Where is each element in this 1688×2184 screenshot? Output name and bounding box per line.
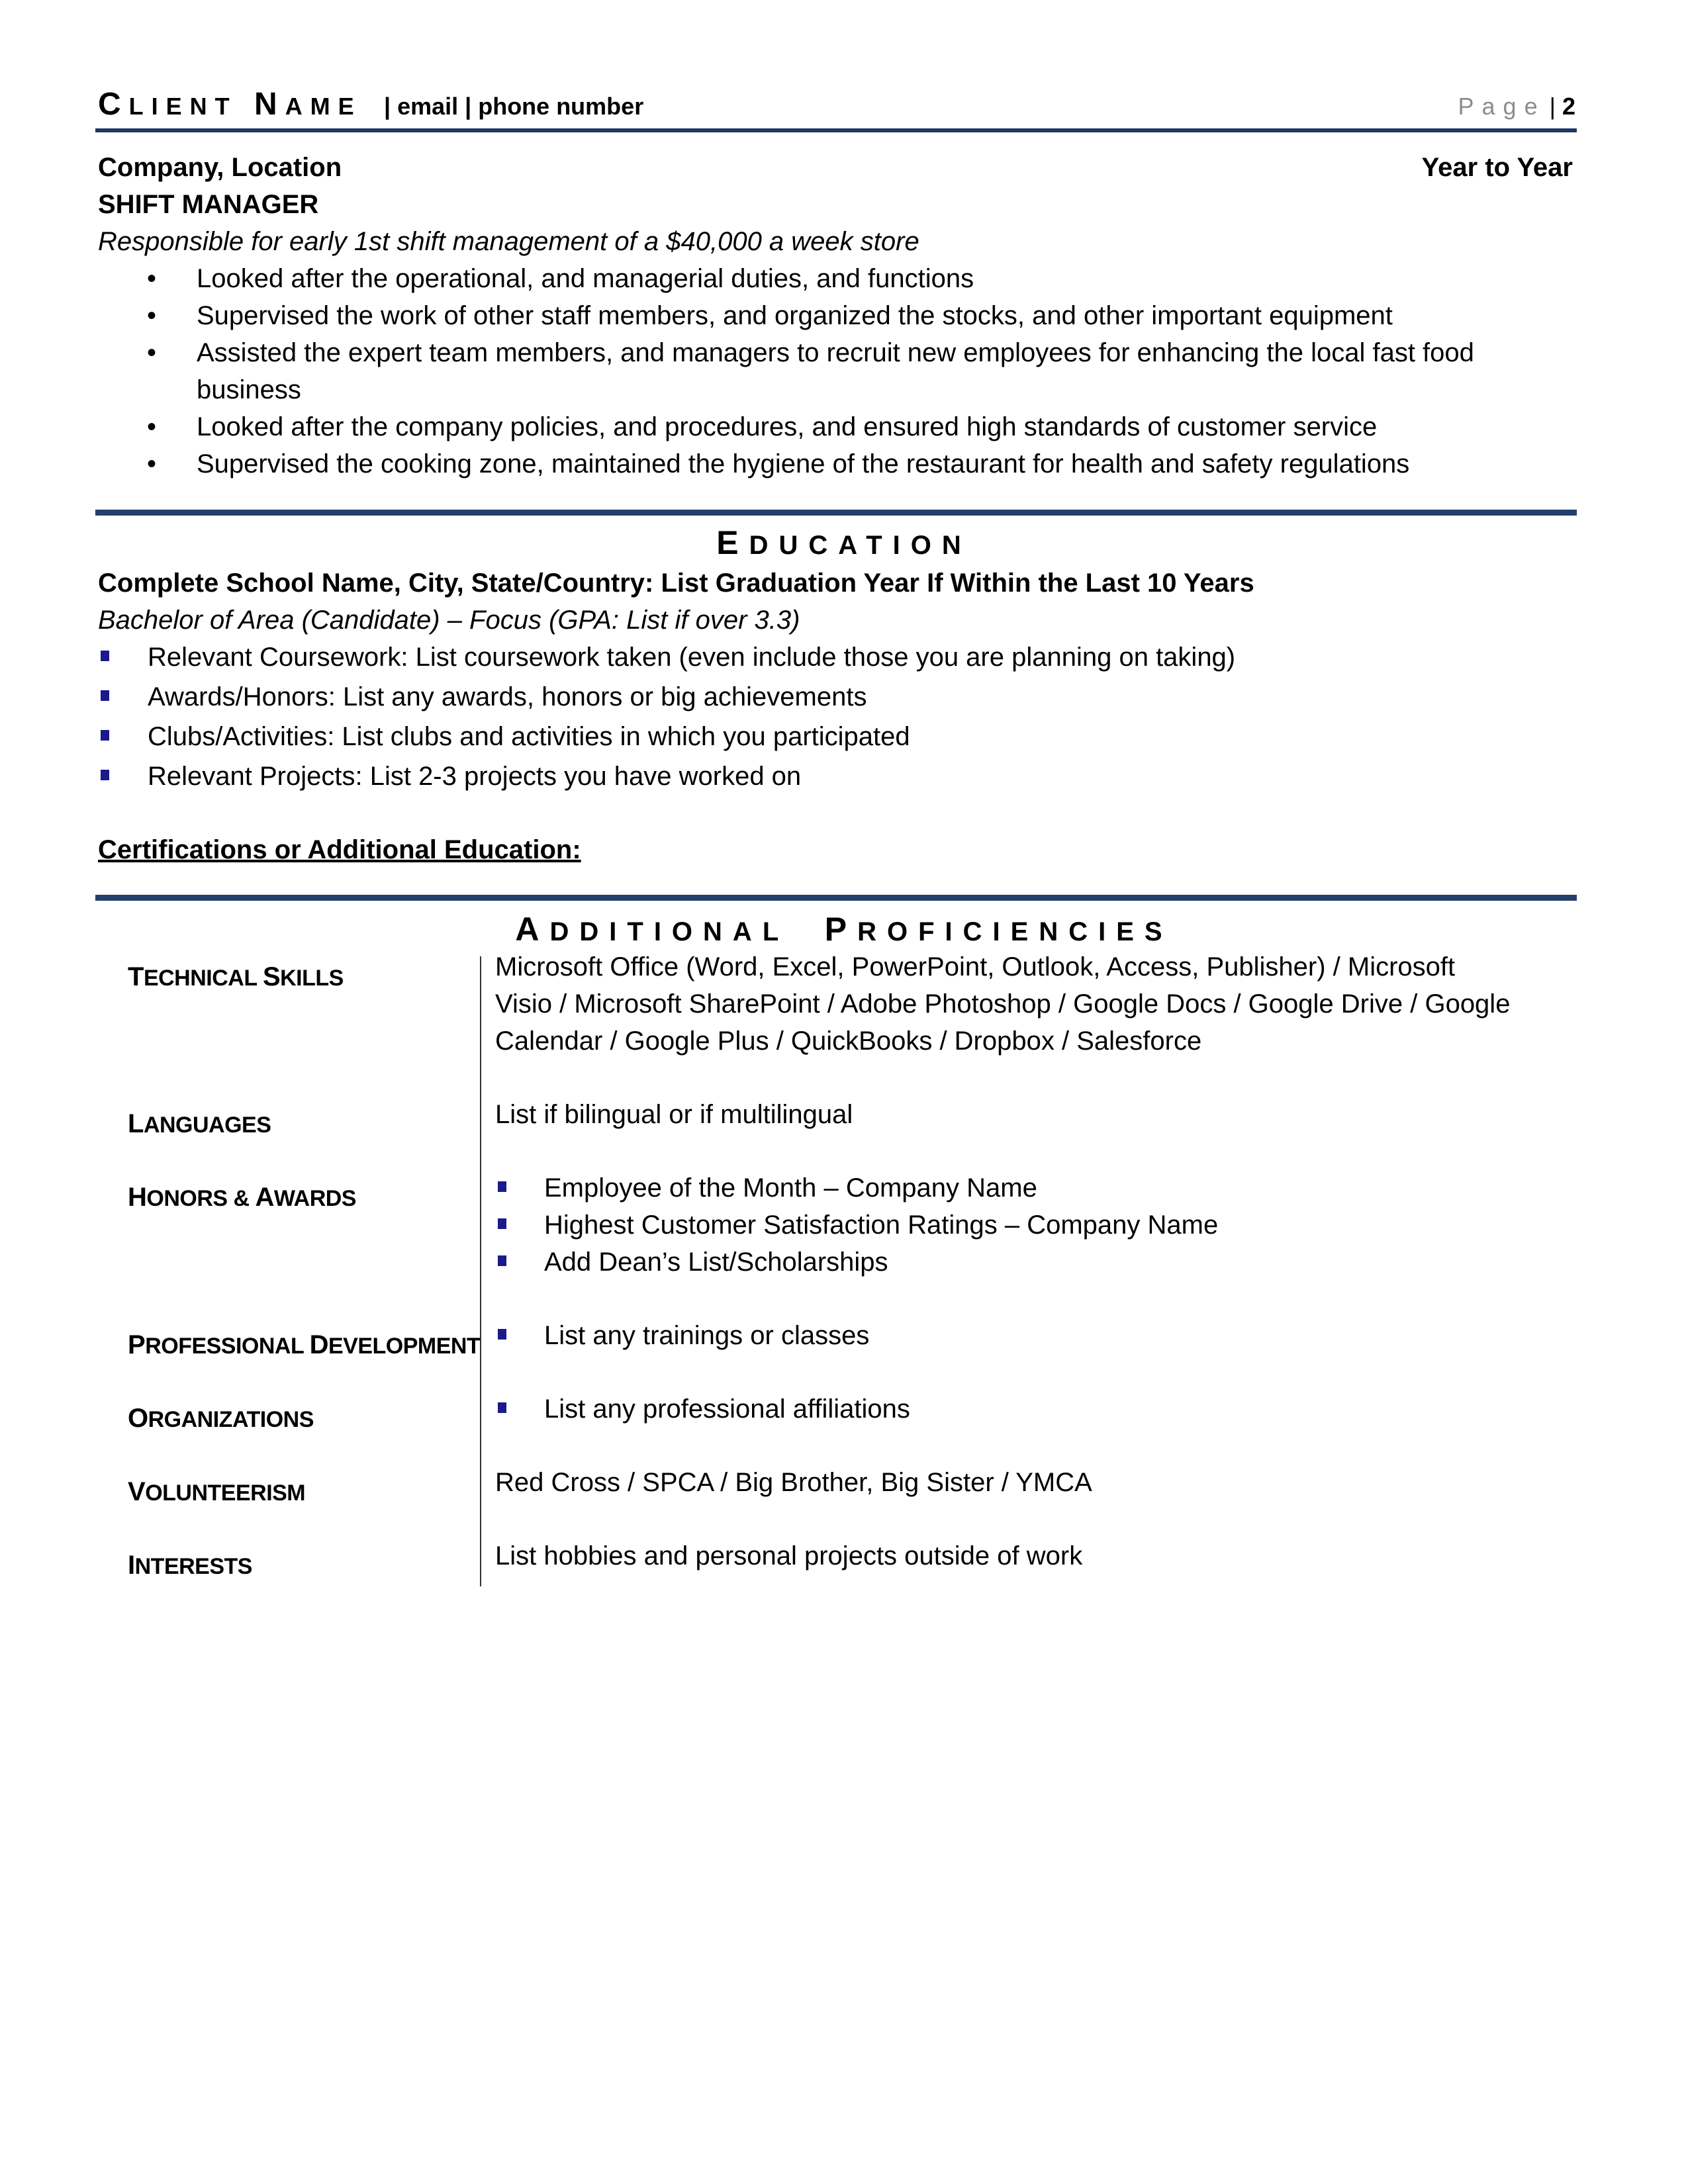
label-interests: INTERESTS [128, 1547, 252, 1585]
job-title: SHIFT MANAGER [98, 190, 319, 219]
heading-initial: P [824, 911, 858, 948]
label-rest: ROFESSIONAL [145, 1334, 304, 1359]
name-initial: C [98, 87, 129, 122]
professional-development-item: List any trainings or classes [544, 1321, 870, 1350]
education-bullet: Awards/Honors: List any awards, honors o… [148, 682, 867, 711]
name-last-rest: AME [285, 93, 362, 120]
technical-skills-line: Visio / Microsoft SharePoint / Adobe Pho… [495, 989, 1511, 1019]
square-bullet-icon [498, 1402, 506, 1413]
experience-bullet: Assisted the expert team members, and ma… [197, 338, 1474, 367]
technical-skills-line: Microsoft Office (Word, Excel, PowerPoin… [495, 952, 1456, 981]
bullet-icon: • [147, 449, 157, 478]
honor-item: Highest Customer Satisfaction Ratings – … [544, 1210, 1219, 1240]
client-name: CLIENT NAME [98, 85, 362, 126]
organizations-item: List any professional affiliations [544, 1394, 910, 1424]
honor-item: Add Dean’s List/Scholarships [544, 1248, 888, 1277]
label-initial: V [128, 1477, 146, 1506]
label-technical-skills: TECHNICAL SKILLS [128, 958, 344, 997]
label-honors-awards: HONORS & AWARDS [128, 1179, 356, 1217]
header-divider [95, 128, 1577, 132]
label-initial: I [128, 1551, 135, 1580]
heading-initial: E [716, 524, 749, 561]
page-indicator: Page | 2 [1458, 90, 1575, 123]
education-bullet: Clubs/Activities: List clubs and activit… [148, 722, 910, 751]
label-rest: ONORS [146, 1186, 228, 1211]
degree-line: Bachelor of Area (Candidate) – Focus (GP… [98, 606, 800, 635]
heading-rest: DDITIONAL [549, 917, 789, 946]
school-line: Complete School Name, City, State/Countr… [98, 569, 1254, 598]
page-separator: | [1549, 93, 1556, 120]
square-bullet-icon [101, 770, 109, 780]
label-languages: LANGUAGES [128, 1105, 271, 1144]
employment-dates: Year to Year [1421, 153, 1573, 182]
education-bullet: Relevant Projects: List 2-3 projects you… [148, 762, 802, 791]
technical-skills-line: Calendar / Google Plus / QuickBooks / Dr… [495, 1026, 1202, 1056]
label-rest: OLUNTEERISM [145, 1480, 306, 1506]
experience-bullet: Supervised the cooking zone, maintained … [197, 449, 1410, 478]
interests-value: List hobbies and personal projects outsi… [495, 1541, 1083, 1570]
label-rest: ECHNICAL [143, 966, 258, 991]
job-summary: Responsible for early 1st shift manageme… [98, 227, 919, 256]
label-rest: WARDS [273, 1186, 357, 1211]
label-initial: O [128, 1404, 148, 1433]
label-rest: KILLS [280, 966, 344, 991]
education-heading: EDUCATION [0, 523, 1688, 565]
square-bullet-icon [498, 1329, 506, 1340]
label-initial: L [128, 1109, 144, 1138]
square-bullet-icon [498, 1255, 506, 1266]
label-rest: ANGUAGES [143, 1113, 271, 1138]
name-last-initial: N [254, 87, 285, 122]
square-bullet-icon [498, 1218, 506, 1229]
square-bullet-icon [498, 1181, 506, 1192]
label-rest: EVELOPMENT [328, 1334, 481, 1359]
experience-bullet: Supervised the work of other staff membe… [197, 301, 1393, 330]
label-initial: D [309, 1330, 329, 1359]
label-rest: RGANIZATIONS [148, 1407, 314, 1432]
label-volunteerism: VOLUNTEERISM [128, 1473, 306, 1512]
company-location: Company, Location [98, 153, 342, 182]
page-number: 2 [1562, 93, 1575, 120]
bullet-icon: • [147, 264, 157, 293]
education-bullet: Relevant Coursework: List coursework tak… [148, 643, 1236, 672]
experience-bullet-continued: business [197, 375, 301, 404]
label-professional-development: PROFESSIONAL DEVELOPMENT [128, 1326, 481, 1365]
bullet-icon: • [147, 338, 157, 367]
proficiencies-heading: ADDITIONAL PROFICIENCIES [0, 909, 1688, 952]
label-initial: A [255, 1183, 275, 1212]
honor-item: Employee of the Month – Company Name [544, 1173, 1037, 1203]
label-initial: P [128, 1330, 146, 1359]
bullet-icon: • [147, 412, 157, 441]
square-bullet-icon [101, 651, 109, 661]
label-initial: S [262, 962, 281, 991]
label-rest: NTERESTS [134, 1554, 253, 1579]
label-initial: T [128, 962, 144, 991]
square-bullet-icon [101, 690, 109, 701]
certifications-heading: Certifications or Additional Education: [98, 835, 581, 864]
experience-bullet: Looked after the company policies, and p… [197, 412, 1378, 441]
bullet-icon: • [147, 301, 157, 330]
proficiencies-divider [95, 895, 1577, 901]
label-organizations: ORGANIZATIONS [128, 1400, 314, 1438]
volunteerism-value: Red Cross / SPCA / Big Brother, Big Sist… [495, 1468, 1092, 1497]
page-label: Page [1458, 93, 1546, 120]
name-first-rest: LIENT [128, 93, 238, 120]
experience-bullet: Looked after the operational, and manage… [197, 264, 974, 293]
square-bullet-icon [101, 730, 109, 741]
heading-initial: A [515, 911, 550, 948]
education-divider [95, 510, 1577, 516]
label-initial: H [128, 1183, 147, 1212]
heading-rest: DUCATION [749, 531, 972, 560]
languages-value: List if bilingual or if multilingual [495, 1100, 853, 1129]
heading-rest: ROFICIENCIES [857, 917, 1173, 946]
table-divider [480, 956, 481, 1586]
contact-info: | email | phone number [384, 93, 644, 120]
label-amp: & [227, 1186, 256, 1211]
